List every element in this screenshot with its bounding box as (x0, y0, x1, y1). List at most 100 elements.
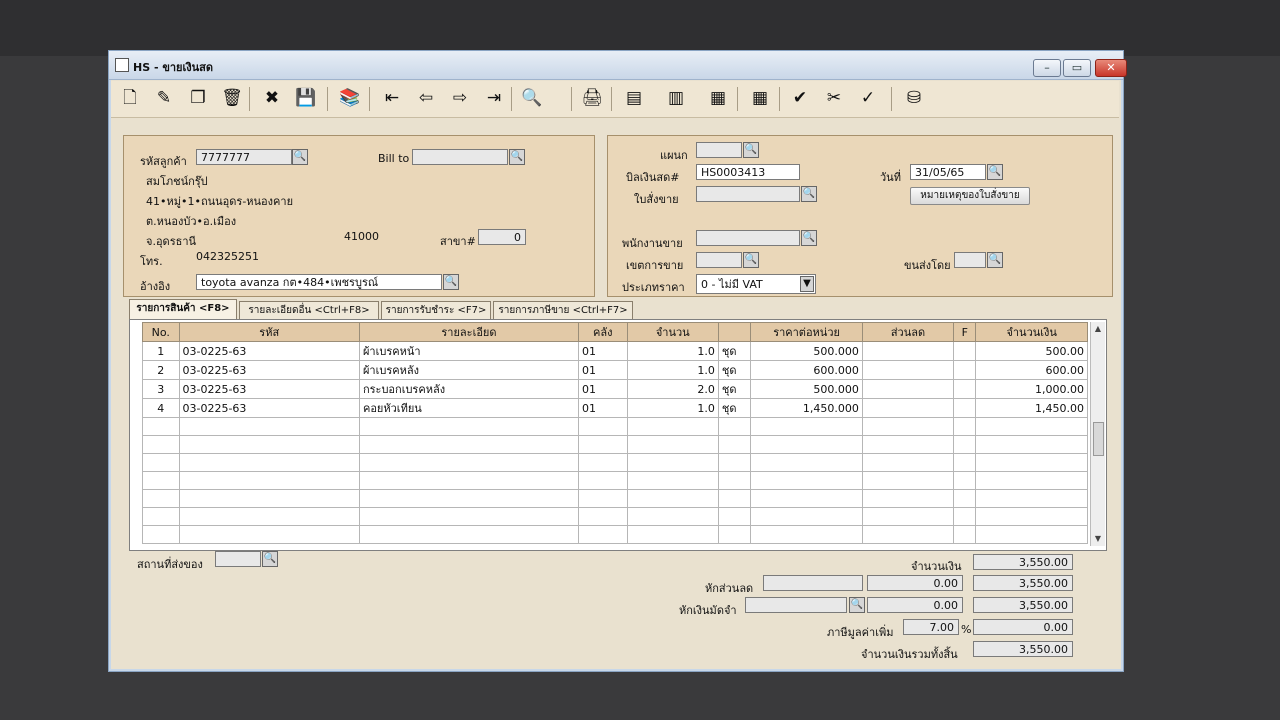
department-lookup-button[interactable]: 🔍 (743, 142, 759, 158)
table-cell[interactable] (626, 417, 719, 436)
table-cell[interactable] (953, 398, 977, 418)
table-cell[interactable]: 01 (577, 398, 628, 418)
scroll-thumb[interactable] (1093, 422, 1104, 456)
table-cell[interactable] (717, 489, 752, 508)
table-cell[interactable] (750, 489, 863, 508)
edit-button[interactable]: ✎ (151, 85, 177, 111)
table-cell[interactable]: 1.0 (626, 398, 719, 418)
table-cell[interactable] (142, 417, 180, 436)
table-cell[interactable] (750, 435, 863, 454)
records-button[interactable]: 📚 (337, 85, 363, 111)
table-cell[interactable] (142, 453, 180, 472)
ship-by-lookup-button[interactable]: 🔍 (987, 252, 1003, 268)
table-row[interactable]: 1 03-0225-63 ผ้าเบรคหน้า 01 1.0 ชุด 500.000 500… (142, 341, 1088, 361)
table-cell[interactable] (717, 525, 752, 544)
table-cell[interactable] (358, 507, 579, 526)
table-cell[interactable] (975, 489, 1088, 508)
table-cell[interactable] (953, 417, 977, 436)
table-cell[interactable] (142, 525, 180, 544)
table-cell[interactable]: คอยหัวเทียน (358, 398, 579, 418)
report-button[interactable]: ▥ (663, 85, 689, 111)
next-record-button[interactable]: ⇨ (447, 85, 473, 111)
table-cell[interactable]: 4 (142, 398, 180, 418)
table-row[interactable] (142, 471, 1088, 490)
table-cell[interactable]: 1.0 (626, 341, 719, 361)
table-cell[interactable] (178, 489, 360, 508)
table-cell[interactable]: กระบอกเบรคหลัง (358, 379, 579, 399)
discount-input[interactable] (763, 575, 863, 591)
table-cell[interactable] (577, 489, 628, 508)
cancel-button[interactable]: ✖ (259, 85, 285, 111)
close-button[interactable]: ✕ (1095, 59, 1127, 77)
table-cell[interactable]: 1,450.00 (975, 398, 1088, 418)
reference-lookup-button[interactable]: 🔍 (443, 274, 459, 290)
table-cell[interactable] (358, 417, 579, 436)
table-cell[interactable]: ผ้าเบรคหลัง (358, 360, 579, 380)
table-cell[interactable] (953, 360, 977, 380)
table-cell[interactable] (178, 471, 360, 490)
table-cell[interactable] (178, 417, 360, 436)
tools-button[interactable]: ✂ (821, 85, 847, 111)
table-cell[interactable]: ผ้าเบรคหน้า (358, 341, 579, 361)
table-cell[interactable] (626, 507, 719, 526)
search-button[interactable]: 🔍 (519, 85, 545, 111)
table-cell[interactable] (358, 435, 579, 454)
table-cell[interactable] (861, 379, 955, 399)
table-cell[interactable] (861, 507, 955, 526)
table-cell[interactable]: ชุด (717, 360, 752, 380)
table-cell[interactable] (861, 435, 955, 454)
sales-area-lookup-button[interactable]: 🔍 (743, 252, 759, 268)
table-cell[interactable] (577, 453, 628, 472)
column-header[interactable]: F (953, 322, 977, 342)
table-cell[interactable] (142, 435, 180, 454)
tab-other-details[interactable]: รายละเอียดอื่น <Ctrl+F8> (239, 301, 379, 319)
column-header[interactable]: ราคาต่อหน่วย (750, 322, 863, 342)
scroll-down-icon[interactable]: ▼ (1091, 532, 1105, 546)
table-cell[interactable]: 03-0225-63 (178, 360, 360, 380)
table-cell[interactable]: 3 (142, 379, 180, 399)
tab-items[interactable]: รายการสินค้า <F8> (129, 299, 237, 319)
table-cell[interactable] (577, 507, 628, 526)
table-cell[interactable] (142, 471, 180, 490)
deposit-lookup-button[interactable]: 🔍 (849, 597, 865, 613)
vat-rate-field[interactable]: 7.00 (903, 619, 959, 635)
table-cell[interactable] (178, 525, 360, 544)
table-cell[interactable] (358, 489, 579, 508)
table-cell[interactable] (626, 471, 719, 490)
table-cell[interactable]: 1,000.00 (975, 379, 1088, 399)
save-button[interactable]: 💾 (293, 85, 319, 111)
print-button[interactable]: 🖨 (579, 85, 605, 111)
table-cell[interactable]: 03-0225-63 (178, 341, 360, 361)
table-cell[interactable] (861, 453, 955, 472)
table-cell[interactable] (975, 525, 1088, 544)
column-header[interactable]: รหัส (178, 322, 360, 342)
bill-number-field[interactable]: HS0003413 (696, 164, 800, 180)
scroll-up-icon[interactable]: ▲ (1091, 322, 1105, 336)
salesperson-field[interactable] (696, 230, 800, 246)
delete-button[interactable]: 🗑 (219, 85, 245, 111)
table-cell[interactable] (577, 471, 628, 490)
reference-field[interactable]: toyota avanza กต•484•เพชรบูรณ์ (196, 274, 442, 290)
ship-to-field[interactable] (215, 551, 261, 567)
department-field[interactable] (696, 142, 742, 158)
bill-to-field[interactable] (412, 149, 508, 165)
table-cell[interactable]: 500.000 (750, 341, 863, 361)
customer-code-field[interactable]: 7777777 (196, 149, 292, 165)
table-cell[interactable] (717, 453, 752, 472)
table-cell[interactable] (577, 417, 628, 436)
table-cell[interactable] (861, 525, 955, 544)
column-header[interactable]: รายละเอียด (358, 322, 579, 342)
table-cell[interactable] (750, 417, 863, 436)
new-button[interactable]: 🗋 (117, 85, 143, 111)
ship-to-lookup-button[interactable]: 🔍 (262, 551, 278, 567)
table-cell[interactable]: 500.00 (975, 341, 1088, 361)
approve-button[interactable]: ✔ (787, 85, 813, 111)
table-cell[interactable]: 500.000 (750, 379, 863, 399)
table-cell[interactable] (953, 453, 977, 472)
table-cell[interactable] (626, 435, 719, 454)
table-cell[interactable]: ชุด (717, 341, 752, 361)
column-header[interactable]: จำนวนเงิน (975, 322, 1088, 342)
table-cell[interactable] (577, 435, 628, 454)
bill-to-lookup-button[interactable]: 🔍 (509, 149, 525, 165)
price-type-dropdown-button[interactable]: ▼ (800, 276, 814, 292)
